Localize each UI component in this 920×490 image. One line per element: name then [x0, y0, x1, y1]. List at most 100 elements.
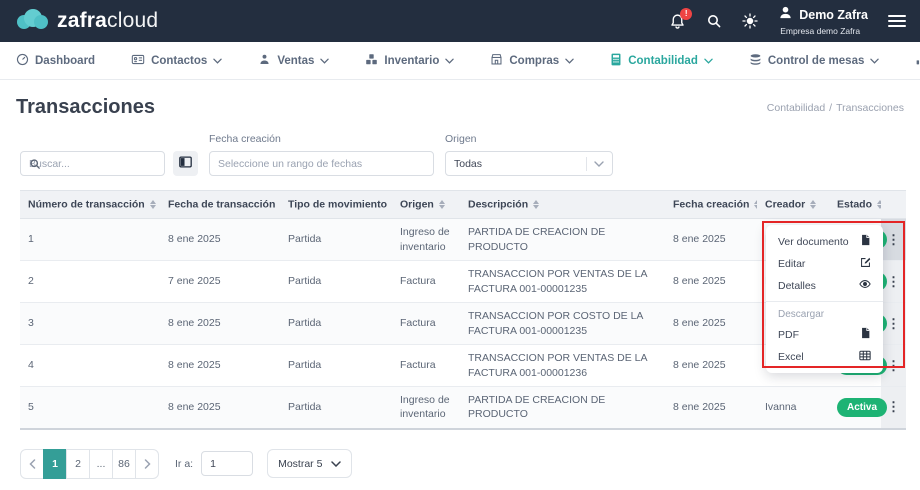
col-header-origen[interactable]: Origen — [392, 191, 460, 219]
page-button-1[interactable]: 1 — [43, 449, 67, 479]
table-row[interactable]: 5 8 ene 2025 Partida Ingreso de inventar… — [20, 387, 906, 429]
col-header-fecha-transaccion[interactable]: Fecha de transacción — [160, 191, 280, 219]
search-icon — [29, 158, 41, 170]
col-header-numero[interactable]: Número de transacción — [20, 191, 160, 219]
fecha-creacion-input[interactable] — [209, 151, 434, 176]
nav-item-inventario[interactable]: Inventario — [365, 53, 454, 69]
page-ellipsis: ... — [89, 449, 113, 479]
dashboard-icon — [16, 53, 29, 69]
inventory-icon — [365, 53, 378, 69]
sort-icon — [877, 197, 881, 212]
menu-item-ver-documento[interactable]: Ver documento — [766, 230, 883, 253]
search-icon[interactable] — [706, 13, 722, 29]
nav-item-reportes[interactable]: Reportes — [915, 53, 920, 69]
purchases-icon — [490, 53, 503, 69]
kebab-menu-icon: ⋮ — [887, 399, 900, 414]
nav-item-compras[interactable]: Compras — [490, 53, 574, 69]
chevron-down-icon — [704, 55, 713, 67]
menu-item-pdf[interactable]: PDF — [766, 323, 883, 346]
chevron-down-icon — [213, 55, 222, 67]
search-input[interactable] — [20, 151, 165, 176]
kebab-menu-icon: ⋮ — [887, 232, 900, 247]
origen-label: Origen — [445, 133, 613, 145]
breadcrumb-current: Transacciones — [836, 102, 904, 114]
pager: 1 2 ... 86 — [20, 449, 159, 479]
chevron-down-icon — [320, 55, 329, 67]
col-header-descripcion[interactable]: Descripción — [460, 191, 665, 219]
chevron-down-icon — [445, 55, 454, 67]
topbar: zafracloud ! — [0, 0, 920, 42]
cloud-logo-icon — [14, 7, 50, 36]
goto-page-label: Ir a: — [175, 458, 193, 470]
column-settings-button[interactable] — [173, 151, 198, 176]
pdf-file-icon — [860, 327, 871, 342]
origen-selected-value: Todas — [454, 158, 586, 170]
menu-item-editar[interactable]: Editar — [766, 253, 883, 275]
notification-badge: ! — [680, 8, 692, 20]
nav-item-ventas[interactable]: Ventas — [258, 53, 329, 69]
menu-divider — [766, 301, 883, 302]
user-company: Empresa demo Zafra — [780, 26, 860, 37]
page-title: Transacciones — [16, 96, 155, 119]
user-name: Demo Zafra — [799, 8, 868, 24]
chevron-down-icon — [870, 55, 879, 67]
nav-item-contactos[interactable]: Contactos — [131, 53, 222, 69]
search-field — [20, 151, 165, 176]
status-badge: Activa — [837, 398, 887, 418]
kebab-menu-icon: ⋮ — [887, 274, 900, 289]
notifications-bell-icon[interactable]: ! — [669, 13, 686, 30]
kebab-menu-icon: ⋮ — [887, 358, 900, 373]
col-header-fecha-creacion[interactable]: Fecha creación — [665, 191, 757, 219]
col-header-tipo-movimiento[interactable]: Tipo de movimiento — [280, 191, 392, 219]
chevron-down-icon — [565, 55, 574, 67]
sort-icon — [533, 197, 539, 212]
edit-icon — [860, 257, 871, 271]
accounting-icon — [610, 53, 622, 69]
menu-item-detalles[interactable]: Detalles — [766, 275, 883, 296]
origen-field: Origen Todas — [445, 133, 613, 176]
page-button-2[interactable]: 2 — [66, 449, 90, 479]
sort-icon — [754, 197, 757, 212]
nav-item-dashboard[interactable]: Dashboard — [16, 53, 95, 69]
sort-icon — [810, 197, 816, 212]
excel-grid-icon — [859, 350, 871, 364]
theme-toggle-sun-icon[interactable] — [742, 13, 758, 29]
hamburger-menu-icon[interactable] — [888, 14, 906, 28]
goto-page-input[interactable] — [201, 451, 253, 476]
main-nav: Dashboard Contactos Ventas Inventar — [0, 42, 920, 80]
nav-item-control-de-mesas[interactable]: Control de mesas — [749, 53, 880, 69]
columns-icon — [179, 156, 192, 171]
chevron-down-icon — [594, 158, 604, 170]
table-header-row: Número de transacción Fecha de transacci… — [20, 191, 906, 219]
origen-select[interactable]: Todas — [445, 151, 613, 176]
sort-icon — [439, 197, 445, 212]
filters-bar: Fecha creación Origen Todas — [0, 125, 920, 176]
chevron-down-icon — [331, 458, 341, 470]
row-context-menu: Ver documento Editar Detalles Descargar … — [766, 225, 883, 373]
brand-name: zafracloud — [57, 9, 158, 33]
user-menu[interactable]: Demo Zafra Empresa demo Zafra — [778, 5, 868, 37]
fecha-creacion-label: Fecha creación — [209, 133, 434, 145]
document-icon — [860, 234, 871, 249]
col-header-estado[interactable]: Estado — [829, 191, 881, 219]
prev-page-button[interactable] — [20, 449, 44, 479]
next-page-button[interactable] — [135, 449, 159, 479]
brand-logo[interactable]: zafracloud — [14, 7, 158, 36]
eye-icon — [859, 279, 871, 292]
breadcrumb-parent[interactable]: Contabilidad — [767, 102, 825, 114]
sort-icon — [150, 197, 156, 212]
kebab-menu-icon: ⋮ — [887, 316, 900, 331]
user-avatar-icon — [778, 5, 793, 26]
breadcrumb: Contabilidad/Transacciones — [767, 102, 904, 114]
pagination-bar: 1 2 ... 86 Ir a: Mostrar 5 — [20, 449, 920, 479]
reports-icon — [915, 53, 920, 69]
menu-item-excel[interactable]: Excel — [766, 346, 883, 368]
nav-item-contabilidad[interactable]: Contabilidad — [610, 53, 713, 69]
contacts-icon — [131, 53, 145, 69]
sales-icon — [258, 53, 271, 69]
tables-icon — [749, 53, 762, 69]
page-button-86[interactable]: 86 — [112, 449, 136, 479]
menu-section-descargar: Descargar — [766, 307, 883, 323]
col-header-creador[interactable]: Creador — [757, 191, 829, 219]
page-size-select[interactable]: Mostrar 5 — [267, 449, 352, 478]
